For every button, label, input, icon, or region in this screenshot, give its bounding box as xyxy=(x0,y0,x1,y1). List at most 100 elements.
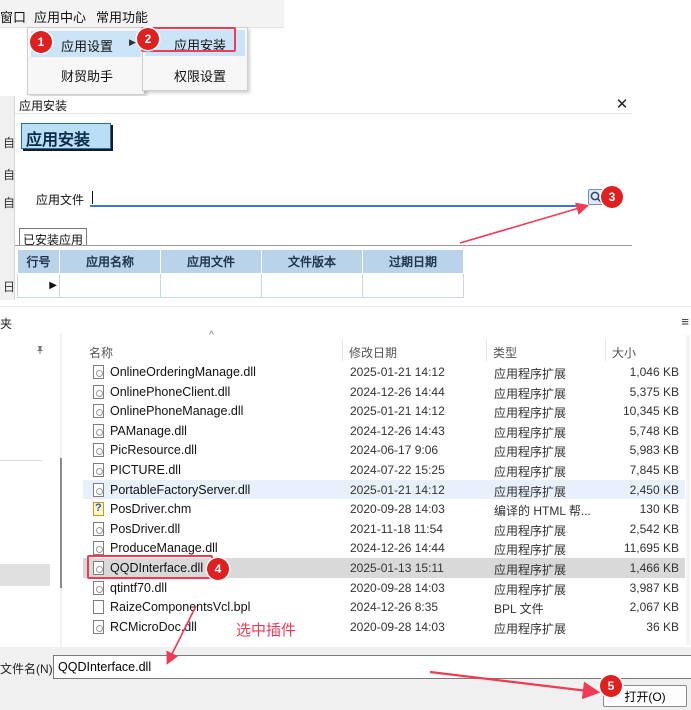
dialog-titlebar: 应用安装 ✕ xyxy=(15,96,632,114)
column-header-size[interactable]: 大小 xyxy=(612,344,636,361)
file-name: PAManage.dll xyxy=(110,423,187,438)
column-header-type[interactable]: 类型 xyxy=(493,344,517,361)
nav-scrollbar-thumb[interactable] xyxy=(60,458,62,588)
step-badge-3: 3 xyxy=(601,186,623,208)
file-size: 3,987 KB xyxy=(629,580,679,595)
file-name: ProduceManage.dll xyxy=(110,541,218,556)
help-file-icon xyxy=(93,502,104,517)
strip-char: 自 xyxy=(3,168,16,182)
file-list-scrollbar[interactable] xyxy=(686,335,690,645)
column-header-app-file[interactable]: 应用文件 xyxy=(160,249,262,274)
file-name: OnlinePhoneManage.dll xyxy=(110,404,244,419)
file-row[interactable]: PosDriver.chm 2020-09-28 14:03 编译的 HTML 帮.… xyxy=(83,499,685,519)
column-separator[interactable] xyxy=(605,339,606,361)
file-size: 1,466 KB xyxy=(629,561,679,575)
file-type: 应用程序扩展 xyxy=(494,367,567,381)
column-header-name[interactable]: 名称 xyxy=(89,344,113,361)
table-row[interactable]: ▶ xyxy=(17,273,464,298)
file-row[interactable]: PortableFactoryServer.dll 2025-01-21 14:1… xyxy=(83,479,685,500)
tab-divider xyxy=(15,245,632,246)
file-type: 应用程序扩展 xyxy=(494,563,567,577)
filename-input[interactable] xyxy=(53,655,691,679)
file-modified-date: 2021-11-18 11:54 xyxy=(350,521,443,536)
file-modified-date: 2020-09-28 14:03 xyxy=(350,580,445,595)
file-row[interactable]: qtintf70.dll 2020-09-28 14:03 应用程序扩展 3,987 … xyxy=(83,578,685,598)
sort-arrow-icon: ^ xyxy=(209,330,214,341)
nav-divider xyxy=(0,460,42,461)
step-badge-4: 4 xyxy=(207,558,229,580)
file-row[interactable]: PicResource.dll 2024-06-17 9:06 应用程序扩展 5,98… xyxy=(83,440,685,460)
column-header-app-name[interactable]: 应用名称 xyxy=(59,249,161,274)
file-name: OnlinePhoneClient.dll xyxy=(110,384,231,399)
file-type: 应用程序扩展 xyxy=(494,543,567,558)
column-header-row-number[interactable]: 行号 xyxy=(17,249,60,274)
file-type: 编译的 HTML 帮... xyxy=(494,504,591,519)
view-options-icon[interactable]: ≡ xyxy=(681,314,689,329)
column-header-file-version[interactable]: 文件版本 xyxy=(261,249,363,274)
tab-installed-apps[interactable]: 已安装应用 xyxy=(19,228,88,247)
file-modified-date: 2024-12-26 8:35 xyxy=(350,600,439,615)
menu-app-center[interactable]: 应用中心 xyxy=(34,7,86,26)
file-type: 应用程序扩展 xyxy=(494,445,567,460)
file-size: 5,748 KB xyxy=(629,423,679,438)
app-file-input[interactable] xyxy=(90,187,586,207)
menu-item-trade-assistant[interactable]: 财贸助手 xyxy=(61,66,113,85)
file-modified-date: 2024-07-22 15:25 xyxy=(350,463,445,477)
file-icon xyxy=(93,600,104,615)
dll-file-icon xyxy=(93,463,104,477)
file-row[interactable]: RCMicroDoc.dll 2020-09-28 14:03 应用程序扩展 36 K… xyxy=(83,617,685,637)
file-modified-date: 2025-01-21 14:12 xyxy=(350,365,445,379)
file-row[interactable]: PAManage.dll 2024-12-26 14:43 应用程序扩展 5,748 … xyxy=(83,421,685,441)
strip-char: 自 xyxy=(3,136,16,150)
file-row[interactable]: OnlineOrderingManage.dll 2025-01-21 14:12… xyxy=(83,362,685,382)
row-indicator-icon: ▶ xyxy=(17,273,60,298)
file-type: 应用程序扩展 xyxy=(494,523,567,538)
file-row[interactable]: RaizeComponentsVcl.bpl 2024-12-26 8:35 BPL… xyxy=(83,597,685,617)
file-list: OnlineOrderingManage.dll 2025-01-21 14:12… xyxy=(83,362,685,644)
dialog-title-fragment: 夹 xyxy=(0,317,13,331)
annotation-select-plugin: 选中插件 xyxy=(236,622,297,639)
file-row[interactable]: OnlinePhoneManage.dll 2025-01-21 14:12 应用程… xyxy=(83,401,685,421)
file-row[interactable]: PICTURE.dll 2024-07-22 15:25 应用程序扩展 7,845 K… xyxy=(83,460,685,480)
menu-window[interactable]: 窗口 xyxy=(0,7,26,26)
file-list-header: ^ 名称 修改日期 类型 大小 xyxy=(83,330,685,361)
column-separator[interactable] xyxy=(342,339,343,361)
table-cell[interactable] xyxy=(160,273,262,298)
dll-file-icon xyxy=(93,404,104,419)
highlight-box-selected-file xyxy=(87,555,213,579)
text-caret xyxy=(92,191,93,204)
column-separator[interactable] xyxy=(486,339,487,361)
column-header-modified[interactable]: 修改日期 xyxy=(349,344,397,361)
file-row[interactable]: PosDriver.dll 2021-11-18 11:54 应用程序扩展 2,542… xyxy=(83,519,685,539)
app-file-label: 应用文件 xyxy=(36,193,85,207)
file-size: 36 KB xyxy=(646,619,679,634)
menu-common-functions[interactable]: 常用功能 xyxy=(96,7,148,26)
dll-file-icon xyxy=(93,384,104,399)
table-cell[interactable] xyxy=(261,273,363,298)
filename-label: 文件名(N): xyxy=(0,662,56,676)
strip-char: 日 xyxy=(3,280,16,294)
submenu-item-permission-settings[interactable]: 权限设置 xyxy=(174,66,226,85)
file-size: 130 KB xyxy=(639,502,679,517)
file-size: 5,375 KB xyxy=(629,384,679,399)
file-size: 2,067 KB xyxy=(629,600,679,615)
pin-icon[interactable] xyxy=(35,345,45,358)
nav-item-selected[interactable] xyxy=(0,564,50,586)
table-cell[interactable] xyxy=(362,273,464,298)
close-icon[interactable]: ✕ xyxy=(614,95,630,113)
column-header-expiry-date[interactable]: 过期日期 xyxy=(362,249,464,274)
file-type: 应用程序扩展 xyxy=(494,484,567,499)
table-cell[interactable] xyxy=(59,273,161,298)
file-modified-date: 2020-09-28 14:03 xyxy=(350,619,445,634)
file-type: 应用程序扩展 xyxy=(494,425,567,440)
file-modified-date: 2024-06-17 9:06 xyxy=(350,443,439,458)
file-row[interactable]: OnlinePhoneClient.dll 2024-12-26 14:44 应用程… xyxy=(83,382,685,402)
file-size: 2,450 KB xyxy=(629,482,679,497)
file-type: 应用程序扩展 xyxy=(494,621,567,636)
strip-char: 自 xyxy=(3,196,16,210)
menu-item-app-settings-label: 应用设置 xyxy=(61,39,114,54)
file-type: 应用程序扩展 xyxy=(494,465,567,479)
file-name: qtintf70.dll xyxy=(110,580,167,595)
file-dialog-footer: 文件名(N): 打开(O) xyxy=(0,647,691,710)
file-name: RaizeComponentsVcl.bpl xyxy=(110,600,251,615)
